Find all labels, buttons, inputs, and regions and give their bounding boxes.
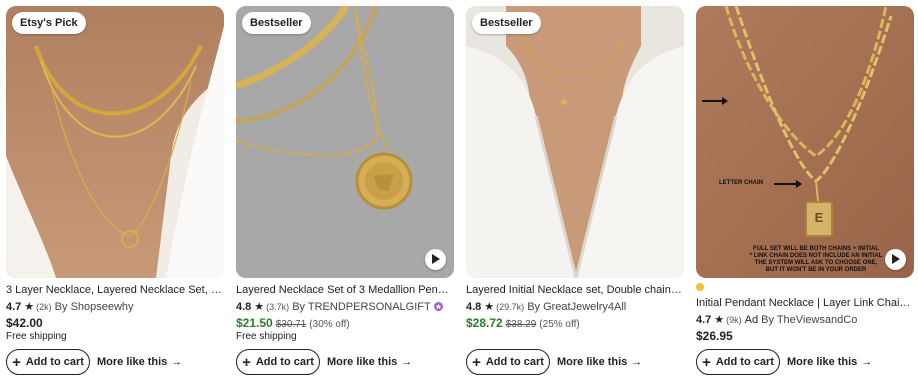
listing-rating: 4.8 ★ (3.7k) By TRENDPERSONALGIFT	[236, 300, 443, 313]
add-to-cart-label: Add to cart	[485, 356, 544, 368]
sale-price: $21.50	[236, 316, 273, 330]
review-count: (2k)	[36, 301, 52, 312]
listing-card[interactable]: Bestseller Layered Necklace Set of 3 Med…	[236, 6, 454, 380]
listing-image[interactable]: Bestseller	[466, 6, 684, 278]
more-like-this-label: More like this	[787, 356, 858, 368]
listing-card[interactable]: E LETTER CHAIN FULL SET WILL BE BOTH CHA…	[696, 6, 914, 380]
rating-score: 4.7	[696, 313, 712, 326]
shop-name[interactable]: By TRENDPERSONALGIFT	[292, 301, 431, 313]
ad-label: Ad	[744, 313, 759, 326]
star-icon: ★	[24, 301, 35, 313]
plus-icon: +	[242, 353, 251, 371]
add-to-cart-label: Add to cart	[715, 356, 774, 368]
image-note-line: BUT IT WON'T BE IN YOUR ORDER	[765, 267, 867, 273]
plus-icon: +	[702, 353, 711, 371]
original-price: $30.71	[275, 319, 307, 330]
listing-image[interactable]: Bestseller	[236, 6, 454, 278]
more-like-this-link[interactable]: More like this →	[327, 356, 412, 368]
more-like-this-link[interactable]: More like this →	[97, 356, 182, 368]
pendant-letter: E	[814, 210, 824, 225]
review-count: (29.7k)	[496, 301, 525, 312]
listing-rating: 4.8 ★ (29.7k) By GreatJewelry4All	[466, 300, 626, 314]
listing-title[interactable]: 3 Layer Necklace, Layered Necklace Set, …	[6, 284, 224, 296]
review-count: (9k)	[726, 314, 742, 325]
star-seller-icon	[433, 302, 443, 311]
listing-image[interactable]: Etsy's Pick	[6, 6, 224, 278]
add-to-cart-button[interactable]: + Add to cart	[6, 349, 90, 375]
listing-title[interactable]: Initial Pendant Necklace | Layer Link Ch…	[696, 297, 914, 309]
star-icon: ★	[484, 301, 495, 313]
play-icon[interactable]	[425, 249, 446, 270]
play-icon[interactable]	[885, 249, 906, 270]
etsys-pick-badge: Etsy's Pick	[12, 12, 86, 34]
listing-image[interactable]: E LETTER CHAIN FULL SET WILL BE BOTH CHA…	[696, 6, 914, 278]
price-row: $28.72 $38.29 (25% off)	[466, 316, 580, 330]
price-row: $26.95	[696, 329, 733, 343]
add-to-cart-button[interactable]: + Add to cart	[236, 349, 320, 375]
listing-card[interactable]: Etsy's Pick 3 Layer Necklace, Layered Ne…	[6, 6, 224, 380]
plus-icon: +	[12, 353, 21, 371]
listing-rating: 4.7 ★ (2k) By Shopseewhy	[6, 300, 134, 314]
image-note-line: FULL SET WILL BE BOTH CHAINS + INITIAL	[753, 246, 879, 252]
image-note-line: * LINK CHAIN DOES NOT INCLUDE AN INITIAL	[749, 253, 883, 259]
more-like-this-link[interactable]: More like this →	[787, 356, 872, 368]
listing-rating: 4.7 ★ (9k) Ad By TheViewsandCo	[696, 313, 857, 327]
arrow-right-icon: →	[401, 356, 413, 368]
letter-chain-label: LETTER CHAIN	[719, 180, 763, 186]
price-row: $21.50 $30.71 (30% off)	[236, 316, 350, 330]
listing-title[interactable]: Layered Necklace Set of 3 Medallion Pend…	[236, 284, 454, 296]
review-count: (3.7k)	[266, 301, 290, 312]
shop-name[interactable]: By GreatJewelry4All	[527, 301, 626, 313]
rating-score: 4.8	[466, 300, 482, 313]
bestseller-badge: Bestseller	[472, 12, 541, 34]
arrow-right-icon: →	[631, 356, 643, 368]
shop-name[interactable]: By Shopseewhy	[55, 301, 134, 313]
arrow-right-icon: →	[861, 356, 873, 368]
bestseller-badge: Bestseller	[242, 12, 311, 34]
add-to-cart-label: Add to cart	[25, 356, 84, 368]
add-to-cart-button[interactable]: + Add to cart	[696, 349, 780, 375]
ad-indicator-dot	[696, 283, 704, 291]
discount-label: (30% off)	[309, 319, 350, 330]
price-row: $42.00	[6, 316, 43, 330]
star-icon: ★	[714, 314, 725, 326]
listing-card[interactable]: Bestseller Layered Initial Necklace set,…	[466, 6, 684, 380]
image-note-line: THE SYSTEM WILL ASK TO CHOOSE ONE,	[754, 260, 878, 266]
more-like-this-label: More like this	[327, 356, 398, 368]
star-icon: ★	[254, 301, 265, 313]
price: $42.00	[6, 316, 43, 330]
listing-title[interactable]: Layered Initial Necklace set, Double cha…	[466, 284, 684, 296]
add-to-cart-label: Add to cart	[255, 356, 314, 368]
rating-score: 4.7	[6, 300, 22, 313]
price: $26.95	[696, 329, 733, 343]
more-like-this-label: More like this	[557, 356, 628, 368]
add-to-cart-button[interactable]: + Add to cart	[466, 349, 550, 375]
original-price: $38.29	[505, 319, 537, 330]
sale-price: $28.72	[466, 316, 503, 330]
more-like-this-label: More like this	[97, 356, 168, 368]
shipping-label: Free shipping	[6, 331, 67, 342]
shop-name[interactable]: By TheViewsandCo	[761, 314, 857, 326]
more-like-this-link[interactable]: More like this →	[557, 356, 642, 368]
rating-score: 4.8	[236, 300, 252, 313]
discount-label: (25% off)	[539, 319, 580, 330]
arrow-right-icon: →	[171, 356, 183, 368]
plus-icon: +	[472, 353, 481, 371]
shipping-label: Free shipping	[236, 331, 297, 342]
